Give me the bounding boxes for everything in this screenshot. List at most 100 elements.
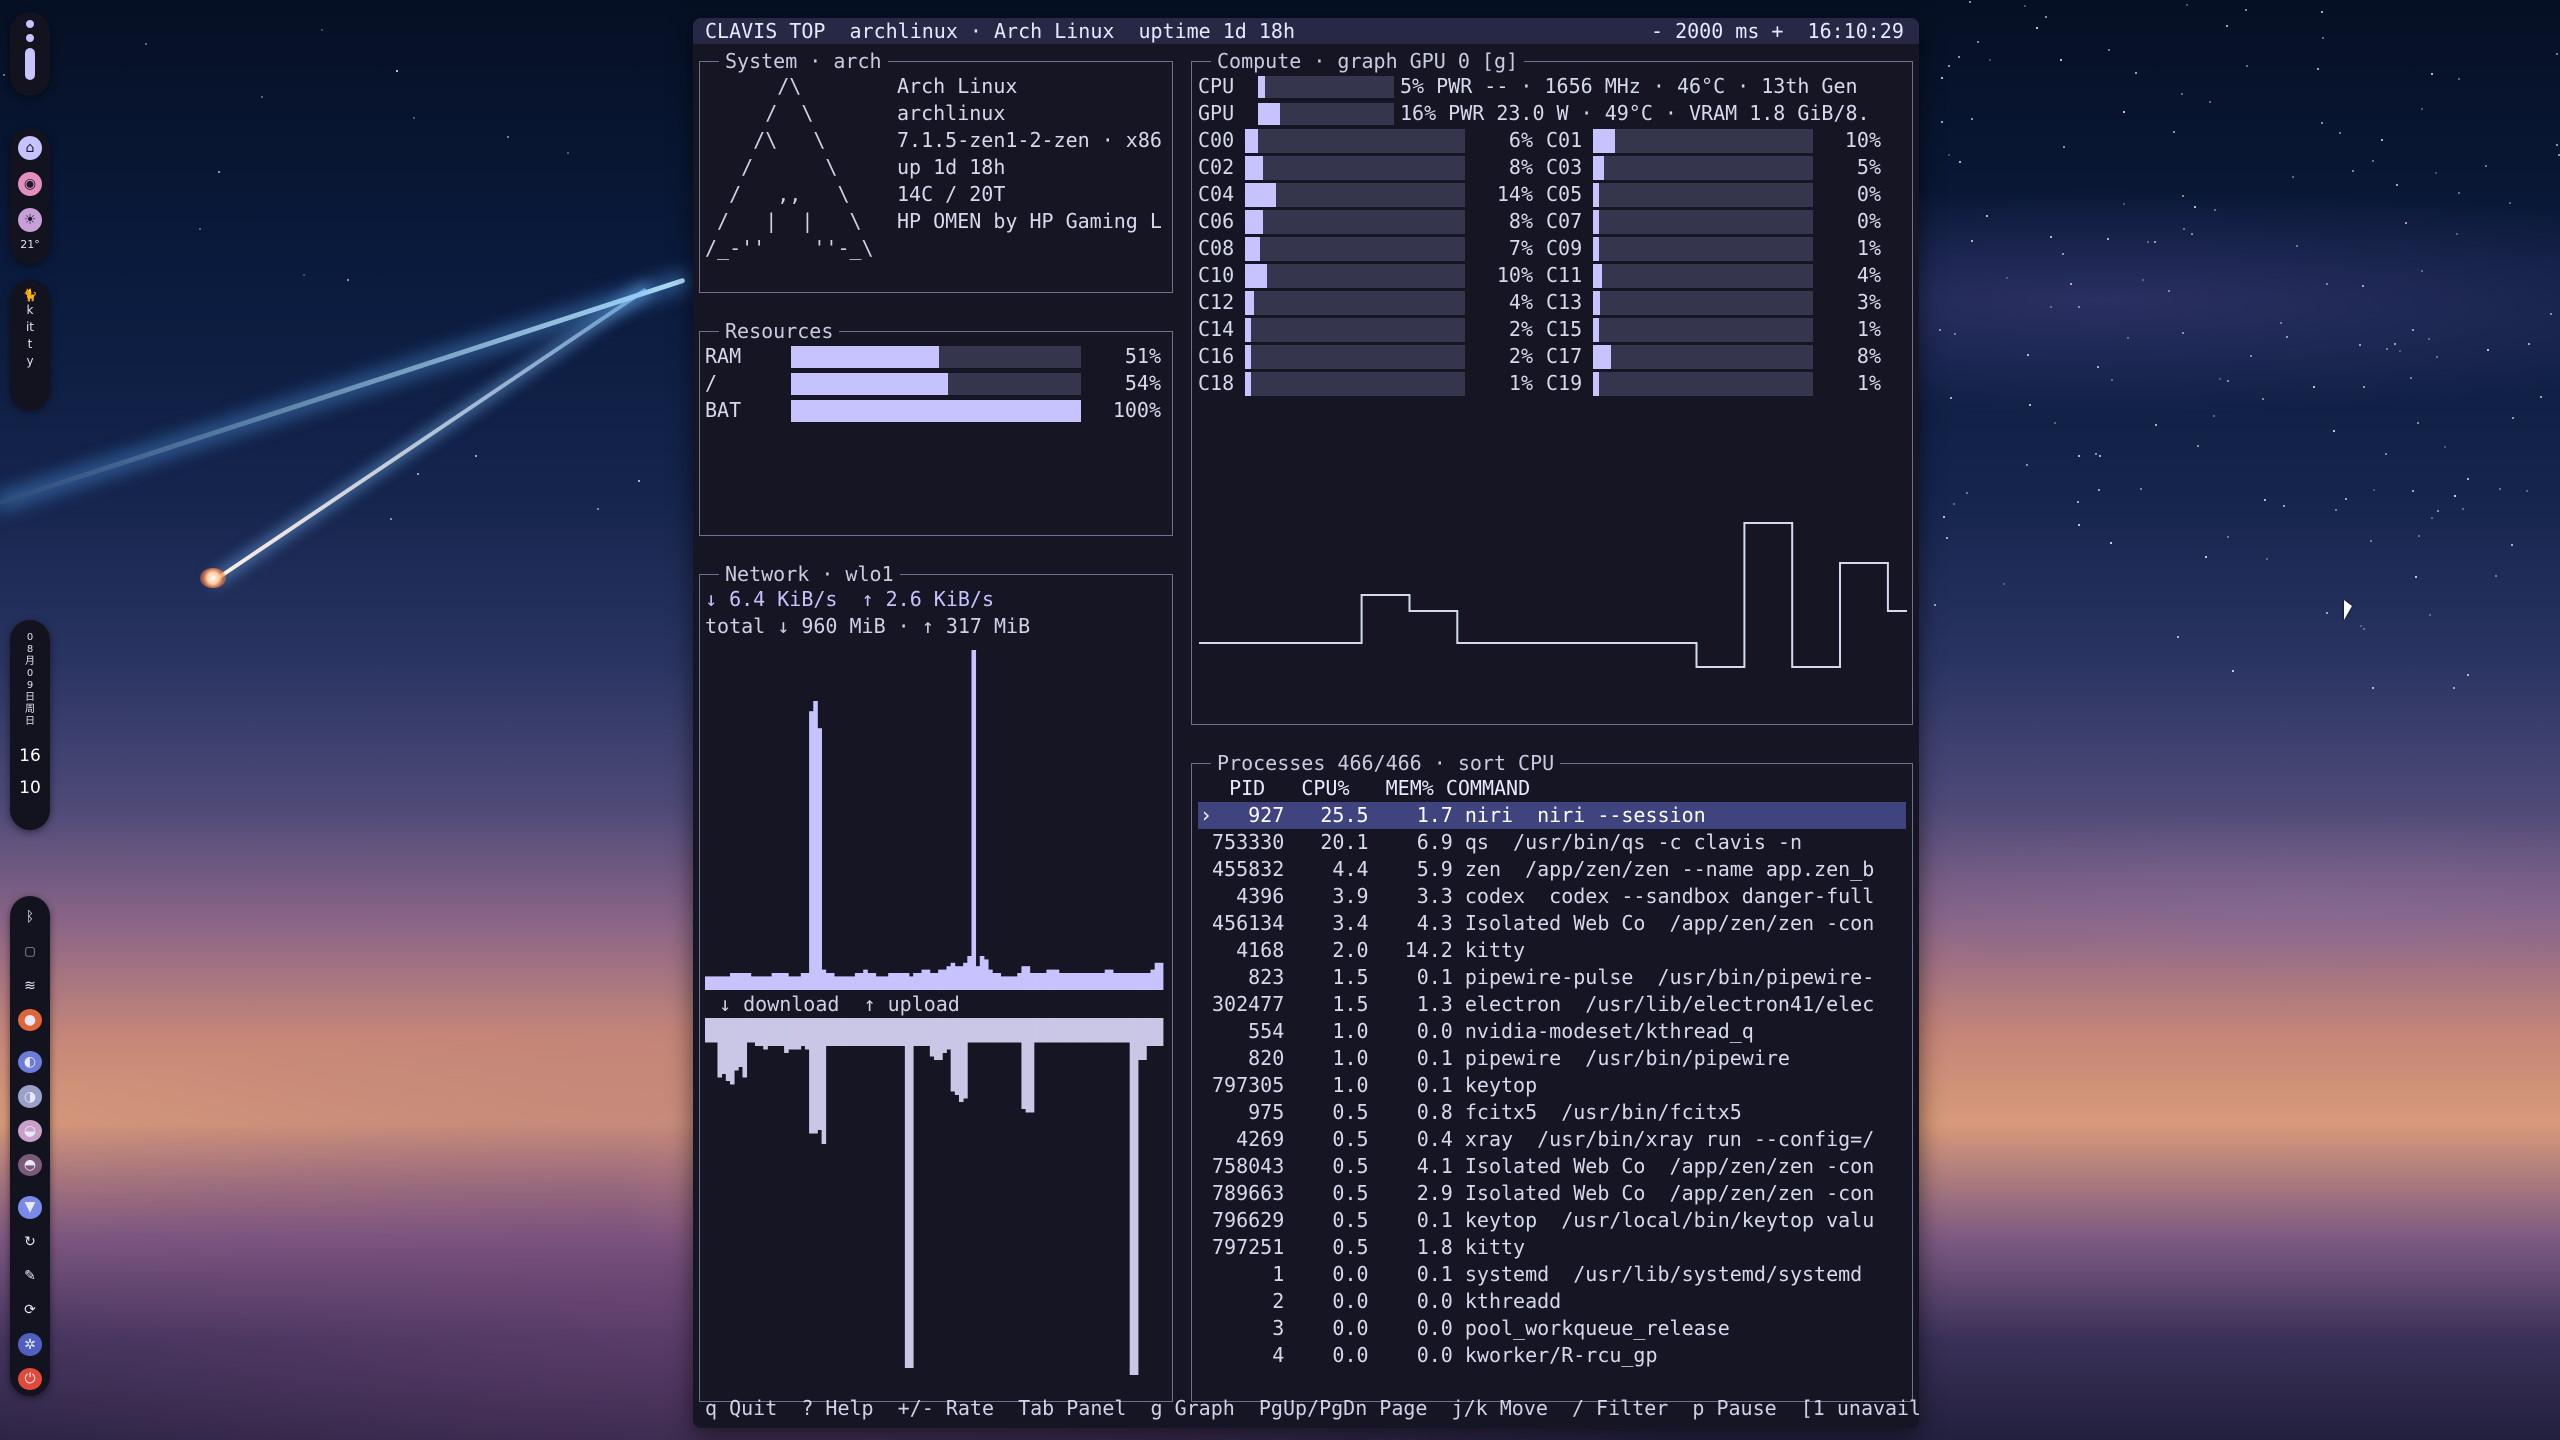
star — [1968, 1, 1971, 4]
meteor-trail — [213, 287, 648, 582]
star — [2455, 232, 2458, 235]
star — [2182, 331, 2185, 334]
process-row-text: 753330 20.1 6.9 qs /usr/bin/qs -c clavis… — [1212, 830, 1803, 854]
gpu-icon[interactable]: ◐ — [18, 1051, 42, 1074]
star — [2024, 5, 2027, 8]
star — [474, 454, 477, 457]
star — [144, 43, 147, 46]
table-row[interactable]: 797251 0.5 1.8 kitty — [1198, 1234, 1906, 1261]
star — [217, 171, 220, 174]
terminal-window[interactable]: CLAVIS TOP archlinux · Arch Linux uptime… — [693, 18, 1919, 1428]
star — [2029, 404, 2032, 407]
star — [2511, 544, 2514, 547]
star — [2528, 343, 2531, 346]
table-row[interactable]: 758043 0.5 4.1 Isolated Web Co /app/zen/… — [1198, 1153, 1906, 1180]
star — [2359, 343, 2362, 346]
star — [1953, 333, 1956, 336]
star — [637, 480, 640, 483]
process-row-text: 796629 0.5 0.1 keytop /usr/local/bin/key… — [1212, 1208, 1875, 1232]
star — [2363, 628, 2366, 631]
battery-icon[interactable]: ⌂ — [18, 136, 42, 160]
table-row[interactable]: 797305 1.0 0.1 keytop — [1198, 1072, 1906, 1099]
kitty-label: kitty — [25, 303, 35, 368]
workspace-indicator[interactable] — [25, 20, 35, 86]
star — [1943, 516, 1946, 519]
star — [2285, 336, 2288, 339]
clock-hour: 16 — [19, 746, 41, 766]
table-row[interactable]: 456134 3.4 4.3 Isolated Web Co /app/zen/… — [1198, 910, 1906, 937]
temperature-text: 21° — [20, 238, 40, 251]
star — [1952, 502, 1955, 505]
clock-minute: 10 — [19, 778, 41, 798]
star — [2265, 557, 2268, 560]
table-row[interactable]: 302477 1.5 1.3 electron /usr/lib/electro… — [1198, 991, 1906, 1018]
audio-icon[interactable]: ◑ — [18, 1085, 42, 1108]
star — [2421, 269, 2424, 272]
star — [2196, 444, 2199, 447]
tools-icon[interactable]: ✎ — [18, 1265, 42, 1287]
star — [2321, 11, 2323, 14]
wifi-icon[interactable]: ≋ — [18, 975, 42, 997]
star — [198, 227, 201, 230]
process-row-text: 3 0.0 0.0 pool_workqueue_release — [1212, 1316, 1730, 1340]
star — [2417, 534, 2420, 537]
table-row[interactable]: 4396 3.9 3.3 codex codex --sandbox dange… — [1198, 883, 1906, 910]
star — [2381, 138, 2384, 141]
star — [2428, 614, 2431, 617]
settings-icon[interactable]: ✲ — [18, 1333, 42, 1356]
process-row-text: 1 0.0 0.1 systemd /usr/lib/systemd/syste… — [1212, 1262, 1863, 1286]
star — [2385, 452, 2387, 455]
bluetooth-icon[interactable]: ᛒ — [18, 906, 42, 928]
star — [2045, 16, 2048, 19]
star — [2320, 122, 2323, 125]
table-row[interactable]: 823 1.5 0.1 pipewire-pulse /usr/bin/pipe… — [1198, 964, 1906, 991]
process-row-text: 2 0.0 0.0 kthreadd — [1212, 1289, 1562, 1313]
star — [2177, 635, 2180, 638]
star — [1970, 239, 1973, 242]
brightness-icon[interactable]: ☀ — [18, 208, 42, 232]
star — [2283, 505, 2286, 508]
moon-icon[interactable]: ◓ — [18, 1153, 42, 1177]
table-row[interactable]: 796629 0.5 0.1 keytop /usr/local/bin/key… — [1198, 1207, 1906, 1234]
star — [2550, 313, 2553, 316]
table-row[interactable]: 4168 2.0 14.2 kitty — [1198, 937, 1906, 964]
star — [2434, 171, 2437, 174]
network-icon[interactable]: ▼ — [18, 1196, 42, 1219]
star — [2205, 555, 2208, 558]
record-icon[interactable]: ◉ — [18, 172, 42, 196]
star — [2443, 445, 2446, 448]
performance-icon[interactable]: ↻ — [18, 1231, 42, 1253]
star — [1959, 161, 1962, 164]
star — [2312, 386, 2315, 389]
star — [2126, 336, 2129, 339]
table-row[interactable]: 4 0.0 0.0 kworker/R-rcu_gp — [1198, 1342, 1906, 1369]
table-row[interactable]: 2 0.0 0.0 kthreadd — [1198, 1288, 1906, 1315]
star — [2262, 398, 2265, 401]
refresh-icon[interactable]: ⟳ — [18, 1299, 42, 1321]
antivirus-icon[interactable]: ● — [18, 1008, 42, 1032]
clipboard-icon[interactable]: ▢ — [18, 940, 42, 962]
process-row-text: 927 25.5 1.7 niri niri --session — [1212, 803, 1706, 827]
table-row[interactable]: 789663 0.5 2.9 Isolated Web Co /app/zen/… — [1198, 1180, 1906, 1207]
table-row[interactable]: › 927 25.5 1.7 niri niri --session — [1198, 802, 1906, 829]
table-row[interactable]: 975 0.5 0.8 fcitx5 /usr/bin/fcitx5 — [1198, 1099, 1906, 1126]
star — [2412, 329, 2415, 332]
star — [2351, 170, 2354, 173]
power-icon[interactable]: ⏻ — [18, 1367, 42, 1390]
star — [2049, 236, 2052, 238]
table-row[interactable]: 3 0.0 0.0 pool_workqueue_release — [1198, 1315, 1906, 1342]
star — [2097, 489, 2100, 492]
table-row[interactable]: 753330 20.1 6.9 qs /usr/bin/qs -c clavis… — [1198, 829, 1906, 856]
star — [2054, 421, 2057, 424]
brightness-small-icon[interactable]: ◒ — [18, 1119, 42, 1142]
star — [2373, 488, 2376, 491]
dock-quick-settings-group: ᛒ ▢ ≋ ● ◐ ◑ ◒ ◓ ▼ ↻ ✎ ⟳ ✲ ⏻ — [10, 896, 50, 1396]
table-row[interactable]: 455832 4.4 5.9 zen /app/zen/zen --name a… — [1198, 856, 1906, 883]
table-row[interactable]: 820 1.0 0.1 pipewire /usr/bin/pipewire — [1198, 1045, 1906, 1072]
table-row[interactable]: 554 1.0 0.0 nvidia-modeset/kthread_q — [1198, 1018, 1906, 1045]
star — [2194, 206, 2197, 209]
table-row[interactable]: 1 0.0 0.1 systemd /usr/lib/systemd/syste… — [1198, 1261, 1906, 1288]
table-row[interactable]: 4269 0.5 0.4 xray /usr/bin/xray run --co… — [1198, 1126, 1906, 1153]
kitty-icon[interactable]: 🐈 — [23, 288, 38, 302]
star — [413, 116, 416, 119]
